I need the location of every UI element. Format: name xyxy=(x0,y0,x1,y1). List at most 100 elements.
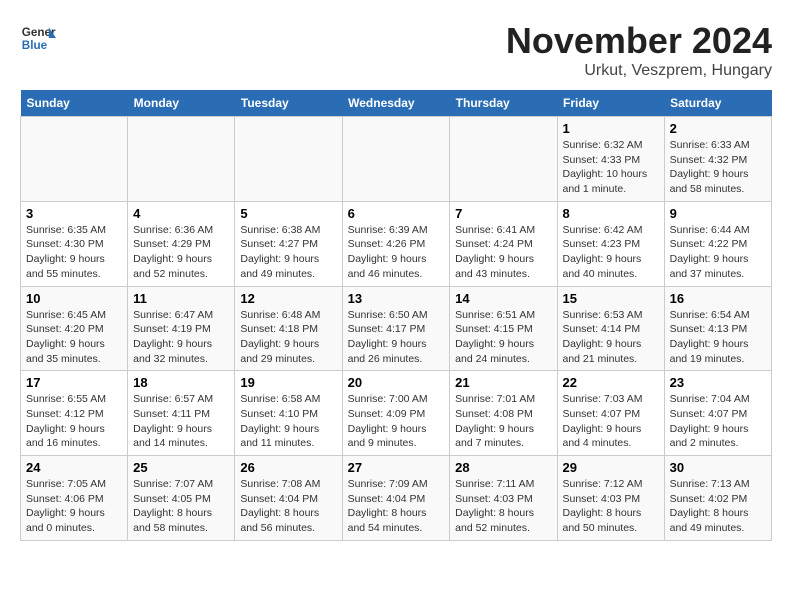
day-cell: 18 Sunrise: 6:57 AMSunset: 4:11 PMDayligh… xyxy=(128,371,235,456)
day-cell: 21 Sunrise: 7:01 AMSunset: 4:08 PMDayligh… xyxy=(450,371,557,456)
day-number: 6 xyxy=(348,206,445,221)
day-number: 3 xyxy=(26,206,122,221)
day-info: Sunrise: 6:41 AMSunset: 4:24 PMDaylight:… xyxy=(455,223,551,282)
day-info: Sunrise: 6:50 AMSunset: 4:17 PMDaylight:… xyxy=(348,308,445,367)
day-number: 8 xyxy=(563,206,659,221)
day-number: 15 xyxy=(563,291,659,306)
day-number: 30 xyxy=(670,460,766,475)
day-info: Sunrise: 6:42 AMSunset: 4:23 PMDaylight:… xyxy=(563,223,659,282)
header-cell-saturday: Saturday xyxy=(664,90,771,117)
day-info: Sunrise: 7:07 AMSunset: 4:05 PMDaylight:… xyxy=(133,477,229,536)
day-number: 23 xyxy=(670,375,766,390)
day-cell: 15Sunrise: 6:53 AMSunset: 4:14 PMDayligh… xyxy=(557,286,664,371)
day-cell xyxy=(450,117,557,202)
day-number: 7 xyxy=(455,206,551,221)
day-cell xyxy=(21,117,128,202)
day-info: Sunrise: 6:39 AMSunset: 4:26 PMDaylight:… xyxy=(348,223,445,282)
day-info: Sunrise: 7:01 AMSunset: 4:08 PMDaylight:… xyxy=(455,392,551,451)
svg-text:Blue: Blue xyxy=(22,39,48,52)
day-cell: 9Sunrise: 6:44 AMSunset: 4:22 PMDaylight… xyxy=(664,201,771,286)
day-cell: 11 Sunrise: 6:47 AMSunset: 4:19 PMDayligh… xyxy=(128,286,235,371)
day-number: 22 xyxy=(563,375,659,390)
day-cell: 5 Sunrise: 6:38 AMSunset: 4:27 PMDaylight… xyxy=(235,201,342,286)
day-number: 26 xyxy=(240,460,336,475)
day-number: 10 xyxy=(26,291,122,306)
day-number: 5 xyxy=(240,206,336,221)
day-number: 18 xyxy=(133,375,229,390)
day-info: Sunrise: 6:32 AMSunset: 4:33 PMDaylight:… xyxy=(563,138,659,197)
day-number: 13 xyxy=(348,291,445,306)
day-cell: 29Sunrise: 7:12 AMSunset: 4:03 PMDayligh… xyxy=(557,456,664,541)
header-cell-tuesday: Tuesday xyxy=(235,90,342,117)
title-area: November 2024 Urkut, Veszprem, Hungary xyxy=(506,20,772,80)
day-number: 17 xyxy=(26,375,122,390)
day-number: 14 xyxy=(455,291,551,306)
day-info: Sunrise: 6:36 AMSunset: 4:29 PMDaylight:… xyxy=(133,223,229,282)
day-info: Sunrise: 6:51 AMSunset: 4:15 PMDaylight:… xyxy=(455,308,551,367)
day-cell xyxy=(128,117,235,202)
header-cell-wednesday: Wednesday xyxy=(342,90,450,117)
day-info: Sunrise: 7:11 AMSunset: 4:03 PMDaylight:… xyxy=(455,477,551,536)
day-info: Sunrise: 6:38 AMSunset: 4:27 PMDaylight:… xyxy=(240,223,336,282)
week-row-3: 10 Sunrise: 6:45 AMSunset: 4:20 PMDayligh… xyxy=(21,286,772,371)
day-info: Sunrise: 7:05 AMSunset: 4:06 PMDaylight:… xyxy=(26,477,122,536)
day-cell: 1Sunrise: 6:32 AMSunset: 4:33 PMDaylight… xyxy=(557,117,664,202)
day-cell: 2Sunrise: 6:33 AMSunset: 4:32 PMDaylight… xyxy=(664,117,771,202)
day-info: Sunrise: 6:48 AMSunset: 4:18 PMDaylight:… xyxy=(240,308,336,367)
day-cell: 12 Sunrise: 6:48 AMSunset: 4:18 PMDayligh… xyxy=(235,286,342,371)
day-cell: 13 Sunrise: 6:50 AMSunset: 4:17 PMDayligh… xyxy=(342,286,450,371)
day-cell: 3 Sunrise: 6:35 AMSunset: 4:30 PMDaylight… xyxy=(21,201,128,286)
day-cell xyxy=(342,117,450,202)
day-number: 19 xyxy=(240,375,336,390)
day-cell: 19Sunrise: 6:58 AMSunset: 4:10 PMDayligh… xyxy=(235,371,342,456)
day-info: Sunrise: 7:08 AMSunset: 4:04 PMDaylight:… xyxy=(240,477,336,536)
day-info: Sunrise: 7:09 AMSunset: 4:04 PMDaylight:… xyxy=(348,477,445,536)
week-row-4: 17Sunrise: 6:55 AMSunset: 4:12 PMDayligh… xyxy=(21,371,772,456)
day-cell: 14 Sunrise: 6:51 AMSunset: 4:15 PMDayligh… xyxy=(450,286,557,371)
day-cell: 24Sunrise: 7:05 AMSunset: 4:06 PMDayligh… xyxy=(21,456,128,541)
day-number: 16 xyxy=(670,291,766,306)
logo-icon: General Blue xyxy=(20,20,56,56)
day-cell: 22 Sunrise: 7:03 AMSunset: 4:07 PMDayligh… xyxy=(557,371,664,456)
day-cell: 27 Sunrise: 7:09 AMSunset: 4:04 PMDayligh… xyxy=(342,456,450,541)
day-cell: 28 Sunrise: 7:11 AMSunset: 4:03 PMDayligh… xyxy=(450,456,557,541)
subtitle: Urkut, Veszprem, Hungary xyxy=(506,62,772,80)
day-number: 27 xyxy=(348,460,445,475)
day-info: Sunrise: 6:33 AMSunset: 4:32 PMDaylight:… xyxy=(670,138,766,197)
day-info: Sunrise: 6:45 AMSunset: 4:20 PMDaylight:… xyxy=(26,308,122,367)
day-cell: 26 Sunrise: 7:08 AMSunset: 4:04 PMDayligh… xyxy=(235,456,342,541)
day-number: 4 xyxy=(133,206,229,221)
calendar-header-row: SundayMondayTuesdayWednesdayThursdayFrid… xyxy=(21,90,772,117)
day-number: 28 xyxy=(455,460,551,475)
day-number: 12 xyxy=(240,291,336,306)
day-cell: 30 Sunrise: 7:13 AMSunset: 4:02 PMDayligh… xyxy=(664,456,771,541)
header-cell-sunday: Sunday xyxy=(21,90,128,117)
day-cell: 7 Sunrise: 6:41 AMSunset: 4:24 PMDaylight… xyxy=(450,201,557,286)
day-info: Sunrise: 7:00 AMSunset: 4:09 PMDaylight:… xyxy=(348,392,445,451)
week-row-5: 24Sunrise: 7:05 AMSunset: 4:06 PMDayligh… xyxy=(21,456,772,541)
header-cell-friday: Friday xyxy=(557,90,664,117)
day-info: Sunrise: 6:47 AMSunset: 4:19 PMDaylight:… xyxy=(133,308,229,367)
logo: General Blue xyxy=(20,20,56,56)
header: General Blue November 2024 Urkut, Veszpr… xyxy=(20,20,772,80)
day-info: Sunrise: 7:13 AMSunset: 4:02 PMDaylight:… xyxy=(670,477,766,536)
day-cell xyxy=(235,117,342,202)
day-number: 25 xyxy=(133,460,229,475)
week-row-2: 3 Sunrise: 6:35 AMSunset: 4:30 PMDaylight… xyxy=(21,201,772,286)
day-cell: 6 Sunrise: 6:39 AMSunset: 4:26 PMDaylight… xyxy=(342,201,450,286)
day-cell: 8 Sunrise: 6:42 AMSunset: 4:23 PMDaylight… xyxy=(557,201,664,286)
day-cell: 23Sunrise: 7:04 AMSunset: 4:07 PMDayligh… xyxy=(664,371,771,456)
day-number: 11 xyxy=(133,291,229,306)
day-number: 21 xyxy=(455,375,551,390)
day-info: Sunrise: 6:35 AMSunset: 4:30 PMDaylight:… xyxy=(26,223,122,282)
day-number: 20 xyxy=(348,375,445,390)
week-row-1: 1Sunrise: 6:32 AMSunset: 4:33 PMDaylight… xyxy=(21,117,772,202)
day-number: 9 xyxy=(670,206,766,221)
header-cell-monday: Monday xyxy=(128,90,235,117)
day-info: Sunrise: 7:03 AMSunset: 4:07 PMDaylight:… xyxy=(563,392,659,451)
day-cell: 25 Sunrise: 7:07 AMSunset: 4:05 PMDayligh… xyxy=(128,456,235,541)
day-info: Sunrise: 6:57 AMSunset: 4:11 PMDaylight:… xyxy=(133,392,229,451)
day-cell: 20 Sunrise: 7:00 AMSunset: 4:09 PMDayligh… xyxy=(342,371,450,456)
day-cell: 10 Sunrise: 6:45 AMSunset: 4:20 PMDayligh… xyxy=(21,286,128,371)
day-number: 29 xyxy=(563,460,659,475)
